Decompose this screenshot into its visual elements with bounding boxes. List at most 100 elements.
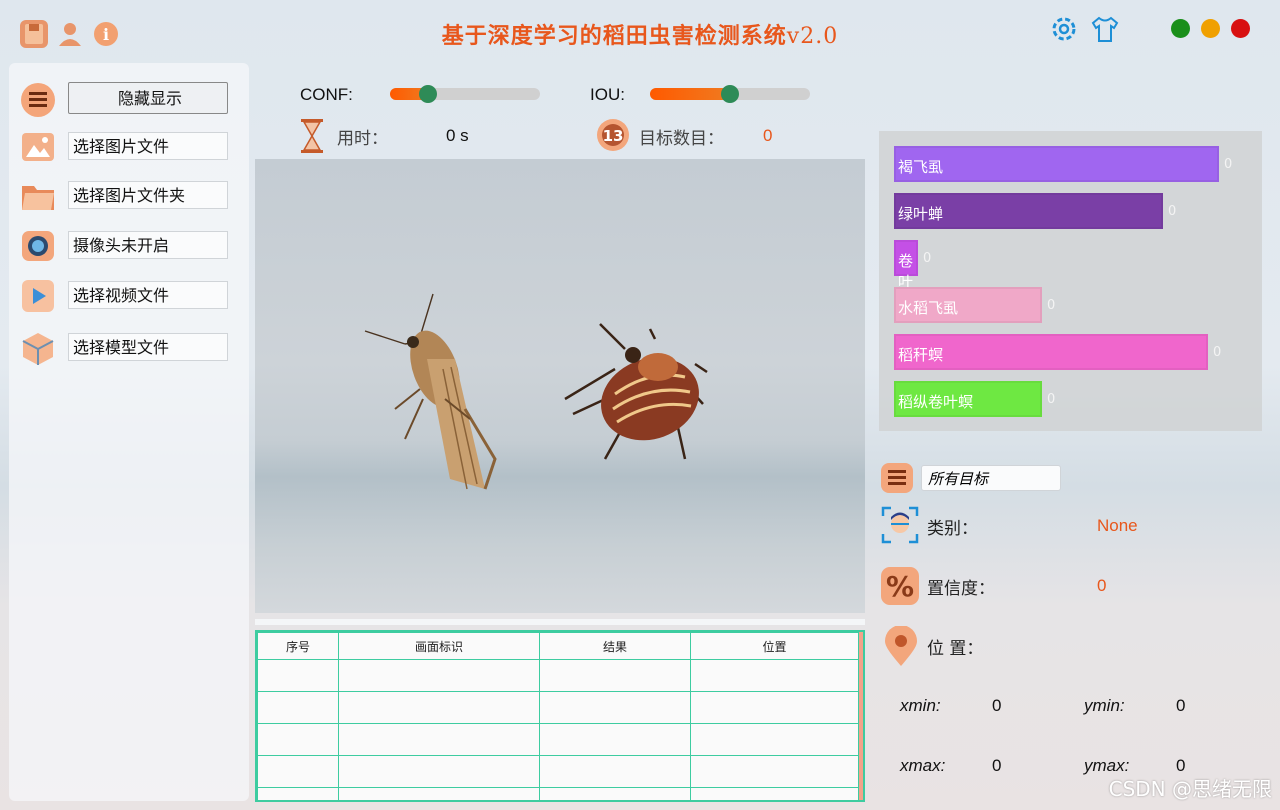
chart-bar: 稻秆螟	[894, 334, 1208, 370]
table-row[interactable]	[257, 787, 859, 800]
maximize-button[interactable]	[1201, 19, 1220, 38]
image-display	[255, 159, 865, 613]
table-cell	[257, 723, 339, 756]
hourglass-icon	[298, 118, 326, 154]
table-cell	[257, 787, 339, 800]
table-cell	[257, 659, 339, 692]
target-count-icon: 13	[596, 118, 630, 152]
ymin-label: ymin:	[1084, 696, 1125, 715]
table-header-row: 序号 画面标识 结果 位置	[257, 632, 859, 660]
filter-menu-icon[interactable]	[880, 462, 914, 494]
xmax-value: 0	[992, 756, 1002, 775]
table-cell	[690, 723, 859, 756]
camera-button[interactable]: 摄像头未开启	[68, 231, 228, 259]
iou-slider-fill	[650, 88, 730, 100]
chart-bar-value: 0	[923, 251, 932, 266]
chart-bar-value: 0	[1047, 392, 1056, 407]
iou-slider[interactable]	[650, 85, 810, 103]
chart-bar: 褐飞虱	[894, 146, 1219, 182]
chart-bar-value: 0	[1047, 298, 1056, 313]
beetle-image	[564, 323, 708, 460]
class-count-chart: 褐飞虱 0 绿叶蝉 0 卷叶螟 0 水稻飞虱 0 稻秆螟 0 稻纵卷叶螟 0	[879, 131, 1262, 431]
column-header[interactable]: 序号	[257, 632, 339, 660]
select-folder-button[interactable]: 选择图片文件夹	[68, 181, 228, 209]
close-button[interactable]	[1231, 19, 1250, 38]
table-cell	[690, 691, 859, 724]
menu-toggle-icon[interactable]	[20, 82, 56, 118]
result-table: 序号 画面标识 结果 位置	[255, 630, 865, 802]
target-filter-select[interactable]: 所有目标	[921, 465, 1061, 491]
class-face-icon	[881, 506, 919, 544]
app-title: 基于深度学习的稻田虫害检测系统v2.0	[0, 18, 1280, 50]
image-file-icon	[20, 129, 56, 165]
confidence-label: 置信度：	[927, 579, 995, 599]
minimize-button[interactable]	[1171, 19, 1190, 38]
table-cell	[539, 659, 691, 692]
chart-bar-value: 0	[1224, 157, 1233, 172]
svg-text:%: %	[886, 570, 914, 603]
conf-label: CONF:	[300, 85, 353, 104]
table-row[interactable]	[257, 691, 859, 724]
iou-label: IOU:	[590, 85, 625, 104]
svg-text:13: 13	[603, 127, 624, 145]
table-cell	[539, 787, 691, 800]
table-cell	[338, 659, 540, 692]
location-pin-icon	[881, 625, 921, 668]
target-count-label: 目标数目：	[639, 129, 724, 149]
grasshopper-image	[364, 293, 497, 490]
xmin-label: xmin:	[900, 696, 941, 715]
select-image-button[interactable]: 选择图片文件	[68, 132, 228, 160]
table-cell	[539, 691, 691, 724]
table-scrollbar[interactable]	[859, 632, 863, 800]
percent-icon: %	[880, 566, 920, 606]
chart-bar: 水稻飞虱	[894, 287, 1042, 323]
iou-slider-handle[interactable]	[721, 85, 739, 103]
app-version: v2.0	[786, 24, 839, 49]
sidebar	[9, 63, 249, 801]
class-label: 类别：	[927, 519, 978, 539]
ymin-value: 0	[1176, 696, 1186, 715]
class-value: None	[1097, 516, 1138, 535]
time-value: 0 s	[446, 126, 469, 145]
folder-icon	[20, 178, 56, 214]
conf-slider[interactable]	[390, 85, 540, 103]
chart-bar: 卷叶螟	[894, 240, 918, 312]
app-title-main: 基于深度学习的稻田虫害检测系统	[441, 23, 787, 49]
table-cell	[338, 691, 540, 724]
table-cell	[257, 755, 339, 788]
table-cell	[338, 755, 540, 788]
camera-icon	[20, 227, 56, 263]
column-header[interactable]: 结果	[539, 632, 691, 660]
chart-bar-label: 稻纵卷叶螟	[898, 393, 974, 411]
watermark: CSDN @思绪无限	[1108, 777, 1272, 801]
table-cell	[539, 755, 691, 788]
image-divider	[255, 619, 865, 625]
confidence-value: 0	[1097, 576, 1107, 595]
conf-slider-handle[interactable]	[418, 85, 437, 103]
time-label: 用时：	[337, 129, 388, 149]
xmax-label: xmax:	[900, 756, 946, 775]
chart-bar-label: 稻秆螟	[898, 346, 944, 364]
table-row[interactable]	[257, 723, 859, 756]
column-header[interactable]: 画面标识	[338, 632, 540, 660]
position-label: 位 置：	[927, 639, 984, 659]
toggle-display-button[interactable]: 隐藏显示	[68, 82, 228, 114]
select-video-button[interactable]: 选择视频文件	[68, 281, 228, 309]
table-cell	[690, 755, 859, 788]
table-cell	[539, 723, 691, 756]
chart-bar: 稻纵卷叶螟	[894, 381, 1042, 417]
settings-gear-icon[interactable]	[1049, 14, 1079, 44]
chart-bar-label: 绿叶蝉	[898, 205, 944, 223]
xmin-value: 0	[992, 696, 1002, 715]
table-row[interactable]	[257, 755, 859, 788]
chart-bar: 绿叶蝉	[894, 193, 1163, 229]
table-cell	[690, 787, 859, 800]
chart-bar-value: 0	[1213, 345, 1222, 360]
theme-shirt-icon[interactable]	[1090, 14, 1120, 44]
select-model-button[interactable]: 选择模型文件	[68, 333, 228, 361]
chart-bar-value: 0	[1168, 204, 1177, 219]
table-row[interactable]	[257, 659, 859, 692]
video-play-icon	[20, 278, 56, 314]
column-header[interactable]: 位置	[690, 632, 859, 660]
table-cell	[257, 691, 339, 724]
